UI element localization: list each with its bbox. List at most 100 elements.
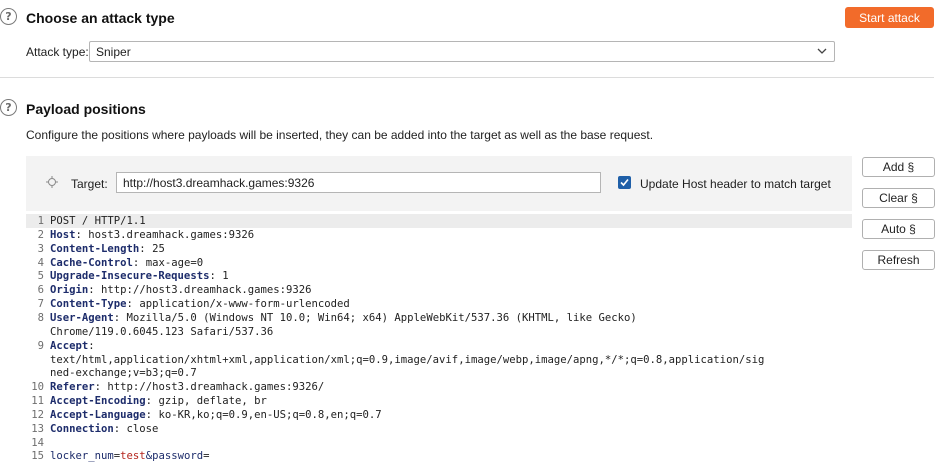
request-line: text/html,application/xhtml+xml,applicat… (26, 353, 852, 367)
chevron-down-icon (817, 48, 827, 54)
update-host-label: Update Host header to match target (640, 177, 831, 191)
payload-description: Configure the positions where payloads w… (26, 128, 654, 142)
clear-markers-button[interactable]: Clear § (862, 188, 935, 208)
header-name: Connection (50, 422, 114, 435)
header-name: Origin (50, 284, 89, 297)
request-line: 1 POST / HTTP/1.1 (26, 214, 852, 228)
request-line: 6 Origin: http://host3.dreamhack.games:93… (26, 283, 852, 297)
request-line: 5 Upgrade-Insecure-Requests: 1 (26, 269, 852, 283)
header-value: max-age=0 (139, 256, 204, 269)
help-icon[interactable]: ? (0, 99, 17, 116)
line-content: Chrome/119.0.6045.123 Safari/537.36 (50, 325, 274, 338)
header-value: 25 (145, 242, 165, 255)
line-content: Accept-Language: ko-KR,ko;q=0.9,en-US;q=… (50, 408, 382, 422)
line-content: POST / HTTP/1.1 (50, 215, 146, 227)
line-content: Referer: http://host3.dreamhack.games:93… (50, 380, 324, 394)
line-content: Content-Type: application/x-www-form-url… (50, 297, 350, 311)
request-line: 12 Accept-Language: ko-KR,ko;q=0.9,en-US;… (26, 408, 852, 422)
header-value: application/x-www-form-urlencoded (132, 298, 350, 311)
body-param-value: test (120, 450, 146, 463)
line-content: Host: host3.dreamhack.games:9326 (50, 228, 254, 242)
body-param-sep: = (203, 450, 210, 463)
payload-positions-panel: Target: http://host3.dreamhack.games:932… (26, 156, 852, 473)
request-line: 9 Accept: (26, 339, 852, 353)
line-number: 1 (37, 215, 44, 227)
attack-type-label: Attack type: (26, 45, 89, 59)
header-name: Host (50, 228, 76, 241)
header-name: Accept (50, 339, 89, 352)
header-name: Cache-Control (50, 256, 133, 269)
crosshair-icon (46, 176, 58, 188)
header-name: Accept-Encoding (50, 395, 146, 408)
section-divider (0, 77, 934, 78)
line-number: 2 (37, 228, 44, 241)
request-line: 7 Content-Type: application/x-www-form-ur… (26, 297, 852, 311)
line-content: locker_num=test&password= (50, 449, 209, 463)
line-number: 8 (37, 311, 44, 324)
line-number: 11 (31, 395, 44, 408)
body-param-name: &password (145, 450, 204, 463)
header-name: User-Agent (50, 311, 114, 324)
attack-type-select[interactable]: Sniper (89, 41, 835, 62)
header-value: http://host3.dreamhack.games:9326 (94, 284, 312, 297)
header-name: Content-Length (50, 242, 140, 255)
header-name: Accept-Language (50, 408, 146, 421)
target-row: Target: http://host3.dreamhack.games:932… (26, 156, 852, 211)
header-value: gzip, deflate, br (152, 395, 267, 408)
line-number: 7 (37, 298, 44, 311)
line-content: Content-Length: 25 (50, 242, 165, 256)
request-line: 8 User-Agent: Mozilla/5.0 (Windows NT 10.… (26, 311, 852, 325)
refresh-button[interactable]: Refresh (862, 250, 935, 270)
help-icon[interactable]: ? (0, 8, 17, 25)
header-colon: : (88, 339, 95, 352)
line-content: Accept-Encoding: gzip, deflate, br (50, 394, 267, 408)
payload-section-title: Payload positions (26, 101, 146, 117)
add-marker-button[interactable]: Add § (862, 157, 935, 177)
line-content: Accept: (50, 339, 95, 353)
header-name: Upgrade-Insecure-Requests (50, 270, 210, 283)
header-value: ko-KR,ko;q=0.9,en-US;q=0.8,en;q=0.7 (152, 408, 382, 421)
header-name: Content-Type (50, 298, 127, 311)
line-content: Upgrade-Insecure-Requests: 1 (50, 269, 229, 283)
attack-section-title: Choose an attack type (26, 10, 175, 26)
request-line: 13 Connection: close (26, 422, 852, 436)
line-content: Origin: http://host3.dreamhack.games:932… (50, 283, 312, 297)
line-number: 13 (31, 422, 44, 435)
line-number: 10 (31, 381, 44, 394)
header-value: 1 (215, 270, 229, 283)
line-number: 15 (31, 450, 44, 463)
line-number: 3 (37, 242, 44, 255)
request-editor[interactable]: 1 POST / HTTP/1.1 2 Host: host3.dreamhack.g… (26, 211, 852, 473)
header-value: http://host3.dreamhack.games:9326/ (101, 381, 325, 394)
line-number: 4 (37, 256, 44, 269)
checkmark-icon (620, 178, 629, 187)
header-value: close (120, 422, 159, 435)
line-number: 6 (37, 284, 44, 297)
line-number: 14 (31, 436, 44, 449)
request-line: Chrome/119.0.6045.123 Safari/537.36 (26, 325, 852, 339)
request-line: 2 Host: host3.dreamhack.games:9326 (26, 228, 852, 242)
body-param-name: locker_num (50, 450, 114, 463)
request-line: 14 (26, 436, 852, 450)
header-name: Referer (50, 381, 95, 394)
target-url-input[interactable]: http://host3.dreamhack.games:9326 (116, 172, 601, 193)
request-line: 4 Cache-Control: max-age=0 (26, 256, 852, 270)
line-number: 9 (37, 339, 44, 352)
auto-markers-button[interactable]: Auto § (862, 219, 935, 239)
target-label: Target: (71, 177, 108, 191)
line-content: Connection: close (50, 422, 158, 436)
request-line: 10 Referer: http://host3.dreamhack.games:… (26, 380, 852, 394)
request-line: ned-exchange;v=b3;q=0.7 (26, 366, 852, 380)
start-attack-button[interactable]: Start attack (845, 7, 934, 28)
header-value: Mozilla/5.0 (Windows NT 10.0; Win64; x64… (120, 311, 637, 324)
line-number: 5 (37, 270, 44, 283)
request-line: 15 locker_num=test&password= (26, 449, 852, 463)
header-value: host3.dreamhack.games:9326 (81, 228, 255, 241)
attack-type-value: Sniper (96, 44, 131, 59)
line-content: text/html,application/xhtml+xml,applicat… (50, 353, 765, 366)
request-line: 11 Accept-Encoding: gzip, deflate, br (26, 394, 852, 408)
update-host-checkbox[interactable] (618, 176, 631, 189)
line-content: ned-exchange;v=b3;q=0.7 (50, 367, 197, 380)
line-content: Cache-Control: max-age=0 (50, 256, 203, 270)
line-content: User-Agent: Mozilla/5.0 (Windows NT 10.0… (50, 311, 637, 325)
